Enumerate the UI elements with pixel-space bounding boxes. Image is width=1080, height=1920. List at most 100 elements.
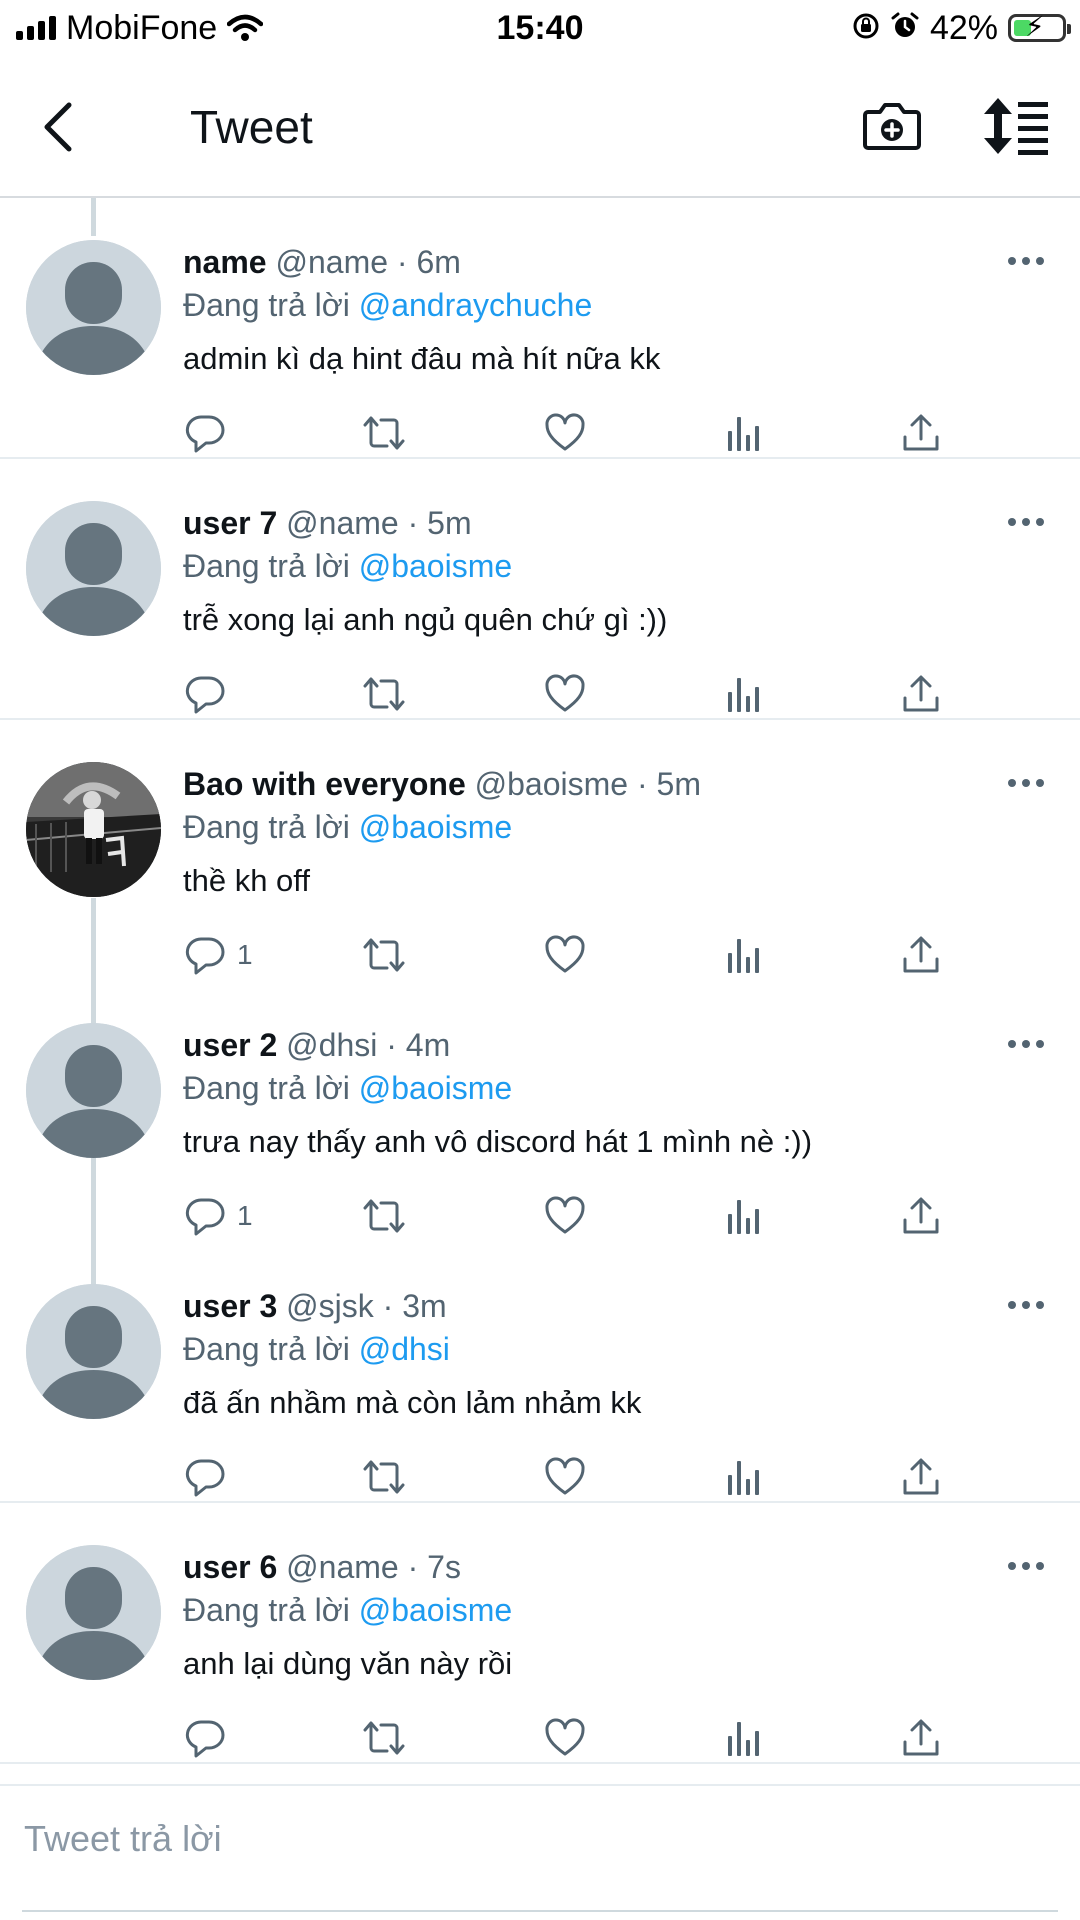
tweet-text: trễ xong lại anh ngủ quên chứ gì :)) [183, 602, 668, 637]
share-icon [903, 1458, 939, 1495]
retweet-icon [363, 938, 405, 972]
reply-count: 1 [237, 1200, 253, 1231]
camera-button[interactable] [860, 94, 924, 158]
reply-button[interactable]: 1 [183, 932, 253, 978]
retweet-button[interactable] [361, 1454, 407, 1500]
replying-to-label: Đang trả lời [183, 1070, 350, 1106]
avatar[interactable] [26, 1284, 161, 1419]
analytics-button[interactable] [724, 410, 764, 456]
composer-underline [22, 1910, 1058, 1912]
reply-button[interactable]: 1 [183, 1193, 253, 1239]
tweet-row[interactable]: user 2 @dhsi · 4m Đang trả lời @baoisme … [0, 981, 1080, 1242]
sort-button[interactable] [982, 96, 1052, 156]
reply-button[interactable] [183, 410, 237, 456]
share-button[interactable] [901, 1454, 941, 1500]
reply-icon [185, 676, 225, 714]
share-icon [903, 414, 939, 451]
reply-icon [185, 1198, 225, 1236]
share-button[interactable] [901, 410, 941, 456]
avatar[interactable] [26, 1545, 161, 1680]
tweet-row[interactable]: name @name · 6m Đang trả lời @andraychuc… [0, 198, 1080, 459]
retweet-button[interactable] [361, 671, 407, 717]
share-button[interactable] [901, 932, 941, 978]
reply-button[interactable] [183, 1454, 237, 1500]
reply-mention-link[interactable]: @baoisme [359, 1070, 512, 1106]
tweet-actions: 1 [183, 1193, 963, 1239]
tweet-row[interactable]: user 3 @sjsk · 3m Đang trả lời @dhsi đã … [0, 1242, 1080, 1503]
retweet-button[interactable] [361, 1193, 407, 1239]
handle-and-time: @name · 5m [286, 505, 472, 541]
more-options-icon[interactable] [1006, 776, 1046, 790]
back-button[interactable] [28, 92, 88, 162]
display-name[interactable]: Bao with everyone [183, 766, 466, 802]
more-options-icon[interactable] [1006, 1559, 1046, 1573]
like-button[interactable] [543, 1715, 587, 1761]
reply-icon [185, 1720, 225, 1758]
retweet-button[interactable] [361, 932, 407, 978]
tweet-header: name @name · 6m [183, 242, 461, 282]
display-name[interactable]: user 3 [183, 1288, 277, 1324]
heart-icon [545, 1196, 585, 1234]
more-options-icon[interactable] [1006, 1037, 1046, 1051]
camera-plus-icon [863, 103, 921, 150]
like-button[interactable] [543, 410, 587, 456]
replying-to: Đang trả lời @baoisme [183, 1068, 512, 1108]
retweet-icon [363, 1721, 405, 1755]
share-icon [903, 936, 939, 973]
heart-icon [545, 1718, 585, 1756]
reply-button[interactable] [183, 1715, 237, 1761]
reply-mention-link[interactable]: @andraychuche [359, 287, 593, 323]
retweet-button[interactable] [361, 1715, 407, 1761]
analytics-icon [728, 1200, 759, 1234]
analytics-button[interactable] [724, 1193, 764, 1239]
like-button[interactable] [543, 932, 587, 978]
reply-button[interactable] [183, 671, 237, 717]
tweet-row[interactable]: Bao with everyone @baoisme · 5m Đang trả… [0, 720, 1080, 981]
reply-input[interactable] [22, 1808, 1062, 1870]
more-options-icon[interactable] [1006, 254, 1046, 268]
tweet-header: user 3 @sjsk · 3m [183, 1286, 447, 1326]
like-button[interactable] [543, 1454, 587, 1500]
analytics-button[interactable] [724, 1715, 764, 1761]
replying-to-label: Đang trả lời [183, 548, 350, 584]
retweet-button[interactable] [361, 410, 407, 456]
reply-mention-link[interactable]: @baoisme [359, 548, 512, 584]
display-name[interactable]: user 7 [183, 505, 277, 541]
orientation-lock-icon [852, 12, 880, 45]
heart-icon [545, 674, 585, 712]
retweet-icon [363, 416, 405, 450]
handle-and-time: @name · 7s [286, 1549, 461, 1585]
analytics-button[interactable] [724, 1454, 764, 1500]
display-name[interactable]: user 2 [183, 1027, 277, 1063]
tweet-row[interactable]: user 7 @name · 5m Đang trả lời @baoisme … [0, 459, 1080, 720]
avatar[interactable] [26, 762, 161, 897]
status-right: 42% ⚡ [852, 6, 1071, 50]
tweet-text: trưa nay thấy anh vô discord hát 1 mình … [183, 1124, 813, 1159]
reply-mention-link[interactable]: @dhsi [359, 1331, 450, 1367]
tweet-text: anh lại dùng văn này rồi [183, 1646, 513, 1681]
analytics-button[interactable] [724, 671, 764, 717]
analytics-button[interactable] [724, 932, 764, 978]
status-bar: MobiFone 15:40 42% ⚡ [0, 0, 1080, 60]
share-button[interactable] [901, 671, 941, 717]
like-button[interactable] [543, 1193, 587, 1239]
reply-mention-link[interactable]: @baoisme [359, 1592, 512, 1628]
share-button[interactable] [901, 1715, 941, 1761]
display-name[interactable]: name [183, 244, 267, 280]
share-button[interactable] [901, 1193, 941, 1239]
heart-icon [545, 935, 585, 973]
more-options-icon[interactable] [1006, 1298, 1046, 1312]
display-name[interactable]: user 6 [183, 1549, 277, 1585]
like-button[interactable] [543, 671, 587, 717]
avatar[interactable] [26, 240, 161, 375]
reply-mention-link[interactable]: @baoisme [359, 809, 512, 845]
tweet-row[interactable]: user 6 @name · 7s Đang trả lời @baoisme … [0, 1503, 1080, 1764]
tweet-actions: 1 [183, 932, 963, 978]
more-options-icon[interactable] [1006, 515, 1046, 529]
replying-to-label: Đang trả lời [183, 287, 350, 323]
analytics-icon [728, 417, 759, 451]
avatar[interactable] [26, 501, 161, 636]
avatar[interactable] [26, 1023, 161, 1158]
tweet-actions [183, 1715, 963, 1761]
charging-bolt-icon: ⚡ [1025, 11, 1045, 42]
